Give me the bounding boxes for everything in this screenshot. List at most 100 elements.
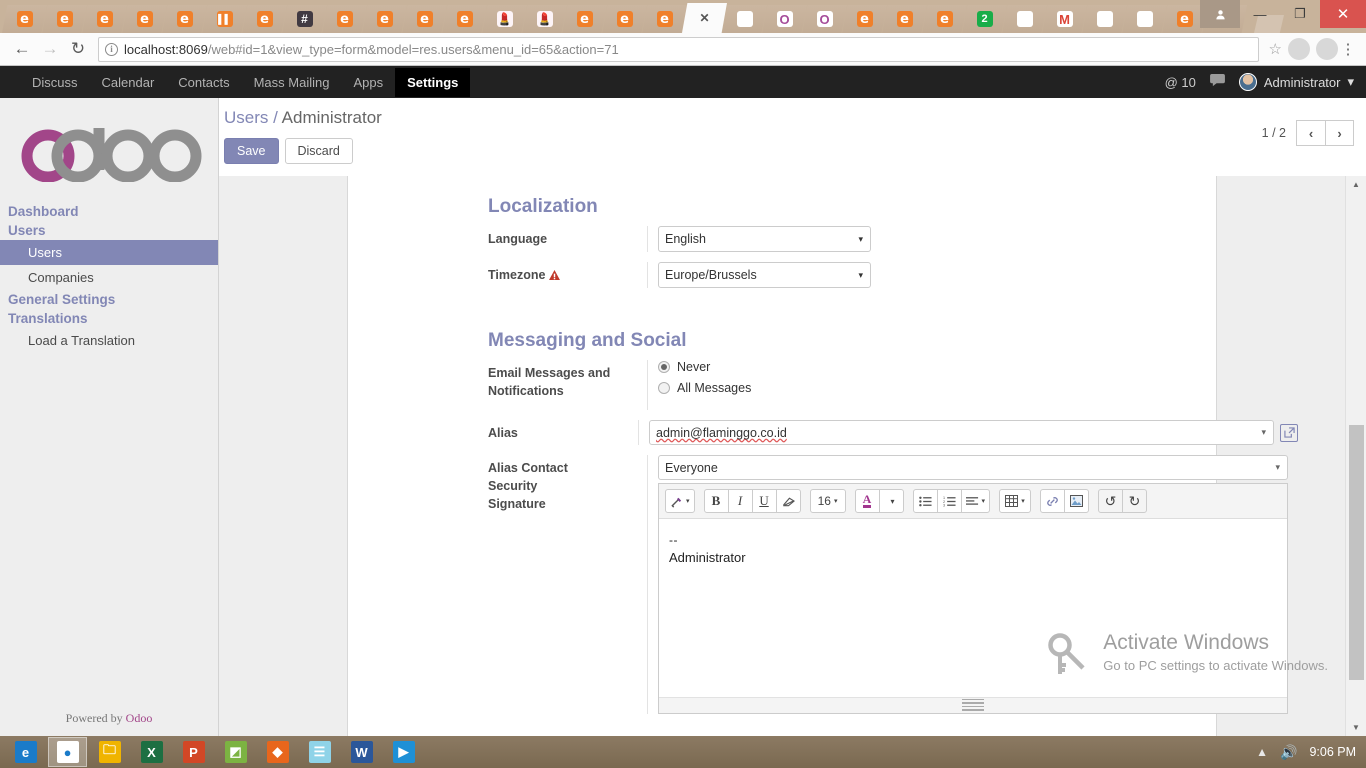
browser-tab[interactable] <box>1042 5 1087 33</box>
close-window-button[interactable]: ✕ <box>1320 0 1366 28</box>
browser-tab[interactable] <box>1122 5 1167 33</box>
nav-item-discuss[interactable]: Discuss <box>20 68 90 97</box>
sidebar-item-users[interactable]: Users <box>0 240 218 265</box>
scroll-down-arrow[interactable]: ▼ <box>1346 719 1366 736</box>
browser-tab[interactable] <box>402 5 447 33</box>
browser-tab[interactable] <box>362 5 407 33</box>
alias-input[interactable]: admin@flaminggo.co.id ▾ <box>649 420 1274 445</box>
alias-contact-select[interactable]: Everyone ▾ <box>658 455 1288 480</box>
taskbar-item-microsoft-powerpoint[interactable]: P <box>174 737 213 767</box>
scrollbar-track[interactable] <box>1346 193 1366 719</box>
breadcrumb-root[interactable]: Users <box>224 108 268 127</box>
taskbar-item-microsoft-word[interactable]: W <box>342 737 381 767</box>
nav-item-settings[interactable]: Settings <box>395 67 471 97</box>
browser-tab[interactable] <box>642 5 687 33</box>
browser-tab[interactable] <box>722 5 767 33</box>
previous-record-button[interactable]: ‹ <box>1296 120 1325 146</box>
italic-button[interactable]: I <box>727 489 753 513</box>
bullet-list-icon[interactable] <box>912 489 938 513</box>
browser-tab[interactable] <box>322 5 367 33</box>
browser-tab[interactable] <box>1002 5 1047 33</box>
sidebar-group-translations[interactable]: Translations <box>0 309 218 328</box>
sidebar-group-users[interactable]: Users <box>0 221 218 240</box>
browser-tab[interactable] <box>562 5 607 33</box>
external-link-icon[interactable] <box>1280 423 1298 442</box>
browser-tabstrip[interactable]: ✕ — ❐ ✕ <box>0 0 1366 33</box>
scroll-up-arrow[interactable]: ▲ <box>1346 176 1366 193</box>
reload-icon[interactable]: ↻ <box>64 35 92 63</box>
minimize-button[interactable]: — <box>1240 0 1280 28</box>
radio-option-all-messages[interactable]: All Messages <box>658 381 1298 395</box>
bookmark-star-icon[interactable]: ☆ <box>1269 40 1282 58</box>
font-size-dropdown[interactable]: 16 ▾ <box>809 489 846 513</box>
user-menu[interactable]: Administrator ▾ <box>1238 73 1354 91</box>
signature-content[interactable]: -- Administrator <box>659 519 1287 697</box>
maximize-button[interactable]: ❐ <box>1280 0 1320 28</box>
language-select[interactable]: English ▾ <box>658 226 871 252</box>
browser-tab[interactable] <box>1082 5 1127 33</box>
browser-tab[interactable] <box>842 5 887 33</box>
odoo-logo[interactable] <box>0 98 218 202</box>
tray-expand-icon[interactable]: ▲ <box>1256 745 1268 759</box>
font-color-button[interactable]: A <box>854 489 880 513</box>
taskbar-item-media-player[interactable]: ▶ <box>384 737 423 767</box>
browser-tab[interactable] <box>762 5 807 33</box>
redo-icon[interactable]: ↻ <box>1122 489 1148 513</box>
browser-tab[interactable] <box>122 5 167 33</box>
browser-tab[interactable] <box>602 5 647 33</box>
taskbar-item-file-explorer[interactable]: 🗀 <box>90 737 129 767</box>
back-icon[interactable]: ← <box>8 35 36 63</box>
table-icon[interactable]: ▾ <box>999 489 1032 513</box>
nav-item-mass-mailing[interactable]: Mass Mailing <box>242 68 342 97</box>
nav-item-contacts[interactable]: Contacts <box>166 68 241 97</box>
volume-icon[interactable]: 🔊 <box>1280 744 1297 761</box>
browser-tab[interactable] <box>922 5 967 33</box>
save-button[interactable]: Save <box>224 138 279 164</box>
browser-tab[interactable] <box>202 5 247 33</box>
chat-icon[interactable] <box>1209 74 1225 90</box>
taskbar-item-microsoft-excel[interactable]: X <box>132 737 171 767</box>
sidebar-group-general-settings[interactable]: General Settings <box>0 290 218 309</box>
taskbar-item-sticky-notes[interactable]: ◩ <box>216 737 255 767</box>
taskbar-item-notepad[interactable]: ☰ <box>300 737 339 767</box>
sidebar-item-companies[interactable]: Companies <box>0 265 218 290</box>
browser-tab[interactable] <box>882 5 927 33</box>
site-info-icon[interactable]: i <box>105 42 118 56</box>
page-scrollbar[interactable]: ▲ ▼ <box>1345 176 1366 736</box>
forward-icon[interactable]: → <box>36 35 64 63</box>
scrollbar-thumb[interactable] <box>1349 425 1364 680</box>
nav-item-apps[interactable]: Apps <box>341 68 395 97</box>
extension-balloon-icon[interactable] <box>1316 38 1338 60</box>
underline-button[interactable]: U <box>751 489 777 513</box>
sidebar-item-load-a-translation[interactable]: Load a Translation <box>0 328 218 353</box>
taskbar-item-internet-explorer[interactable]: e <box>6 737 45 767</box>
browser-tab[interactable] <box>482 5 527 33</box>
timezone-select[interactable]: Europe/Brussels ▾ <box>658 262 871 288</box>
discard-button[interactable]: Discard <box>284 138 353 164</box>
sidebar-group-dashboard[interactable]: Dashboard <box>0 202 218 221</box>
signature-editor[interactable]: ▾ B I U 16 ▾ A ▾ 1 2 3 ▾ ▾ ↺ ↻ -- Admini… <box>658 483 1288 714</box>
eraser-icon[interactable] <box>775 489 801 513</box>
browser-menu-icon[interactable]: ⋮ <box>1338 40 1358 58</box>
magic-wand-icon[interactable]: ▾ <box>665 489 695 513</box>
address-bar[interactable]: i localhost:8069 /web#id=1&view_type=for… <box>98 36 1259 62</box>
profile-icon[interactable] <box>1200 0 1240 28</box>
bold-button[interactable]: B <box>703 489 729 513</box>
browser-tab[interactable] <box>242 5 287 33</box>
clock[interactable]: 9:06 PM <box>1309 745 1356 759</box>
undo-icon[interactable]: ↺ <box>1098 489 1124 513</box>
next-record-button[interactable]: › <box>1325 120 1354 146</box>
radio-option-never[interactable]: Never <box>658 360 1298 374</box>
extension-globe-icon[interactable] <box>1288 38 1310 60</box>
nav-item-calendar[interactable]: Calendar <box>90 68 167 97</box>
numbered-list-icon[interactable]: 123 <box>936 489 962 513</box>
browser-tab[interactable] <box>2 5 47 33</box>
browser-tab[interactable] <box>962 5 1007 33</box>
mentions-counter[interactable]: @ 10 <box>1165 75 1196 90</box>
close-icon[interactable]: ✕ <box>699 10 709 26</box>
editor-resize-handle[interactable] <box>659 697 1287 713</box>
taskbar-item-autodesk-app[interactable]: ◆ <box>258 737 297 767</box>
browser-tab[interactable] <box>282 5 327 33</box>
browser-tab[interactable] <box>442 5 487 33</box>
browser-tab[interactable] <box>82 5 127 33</box>
